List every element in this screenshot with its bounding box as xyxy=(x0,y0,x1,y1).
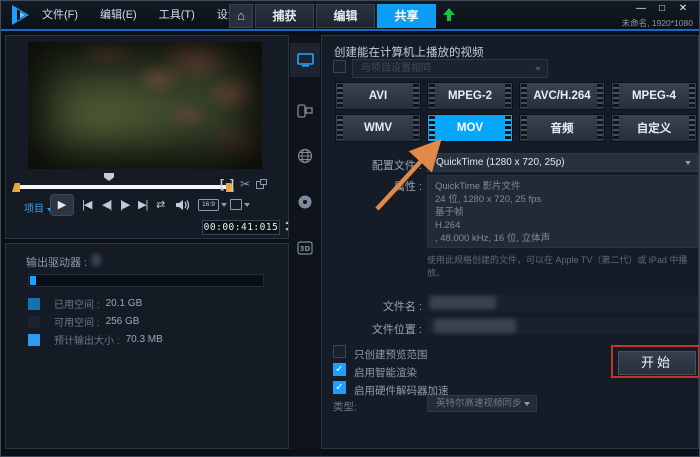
mark-in-button[interactable]: [ xyxy=(220,177,224,191)
format-mov-button[interactable]: MOV xyxy=(427,114,513,142)
type-dropdown[interactable]: 英特尔高速视频同步 xyxy=(427,395,537,412)
profile-label: 配置文件 : xyxy=(322,157,422,173)
video-preview xyxy=(28,42,262,169)
tab-capture[interactable]: 捕获 xyxy=(255,4,314,28)
preview-range-label: 只创建预览范围 xyxy=(354,347,428,362)
same-as-project-dropdown[interactable]: 与项目设置相同 xyxy=(352,59,548,78)
format-audio-button[interactable]: 音频 xyxy=(519,114,605,142)
filelocation-label: 文件位置 : xyxy=(322,321,422,337)
filename-redacted xyxy=(430,296,496,309)
share-destination-nav: 3D xyxy=(290,35,320,449)
format-avc-button[interactable]: AVC/H.264 xyxy=(519,82,605,110)
timecode-display[interactable]: 00:00:41:015 xyxy=(202,220,280,235)
go-to-start-button[interactable]: |◀ xyxy=(82,198,91,211)
output-drive-panel: 输出驱动器 : 已用空间 : 20.1 GB 可用空间 : 256 GB 预计输… xyxy=(5,243,289,449)
play-button[interactable]: ▶ xyxy=(50,194,74,216)
smartrender-checkbox[interactable] xyxy=(333,363,346,376)
project-info: 未命名, 1920*1080 xyxy=(622,17,693,29)
preview-range-checkbox[interactable] xyxy=(333,345,346,358)
3d-movie-icon: 3D xyxy=(297,241,313,255)
tab-share[interactable]: 共享 xyxy=(377,4,436,28)
split-clip-icon[interactable]: ✂ xyxy=(240,177,250,191)
disc-icon xyxy=(297,194,313,210)
trim-handle-start[interactable] xyxy=(12,183,20,192)
upgrade-arrow-icon[interactable] xyxy=(443,8,455,22)
drive-usage-bar xyxy=(28,274,264,287)
used-space-swatch xyxy=(28,298,40,310)
device-camera-icon xyxy=(297,103,313,118)
share-disc-tab[interactable] xyxy=(290,187,320,217)
accent-divider xyxy=(1,29,699,31)
output-drive-title: 输出驱动器 : xyxy=(26,254,87,270)
preview-window-button[interactable] xyxy=(230,199,242,210)
maximize-button[interactable]: □ xyxy=(656,3,668,14)
next-frame-button[interactable]: |▶ xyxy=(120,198,129,211)
format-custom-button[interactable]: 自定义 xyxy=(611,114,697,142)
previous-frame-button[interactable]: ◀| xyxy=(102,198,111,211)
volume-icon[interactable] xyxy=(176,199,190,211)
titlebar: 文件(F) 编辑(E) 工具(T) 设置(S) 帮助(H) ⌂ 捕获 编辑 共享… xyxy=(1,1,699,29)
format-mpeg4-button[interactable]: MPEG-4 xyxy=(611,82,697,110)
legend-estimated-size: 预计输出大小 : 70.3 MB xyxy=(28,332,163,347)
start-button[interactable]: 开始 xyxy=(618,351,696,375)
mark-out-button[interactable]: ] xyxy=(230,177,234,191)
globe-icon xyxy=(297,148,313,164)
profile-note: 使用此规格创建的文件，可以在 Apple TV（第二代）或 iPad 中播放。 xyxy=(427,253,695,279)
format-mpeg2-button[interactable]: MPEG-2 xyxy=(427,82,513,110)
play-mode-selector[interactable]: 项目 xyxy=(24,200,53,215)
filelocation-redacted xyxy=(434,319,516,333)
format-avi-button[interactable]: AVI xyxy=(335,82,421,110)
profile-dropdown[interactable]: QuickTime (1280 x 720, 25p) xyxy=(427,153,698,172)
preview-window-caret-icon[interactable] xyxy=(244,203,250,207)
playback-controls: 项目 ▶ |◀ ◀| |▶ ▶| ⇄ 16:9 xyxy=(6,194,288,218)
repeat-icon[interactable]: ⇄ xyxy=(156,198,165,211)
menu-file[interactable]: 文件(F) xyxy=(31,1,89,29)
hw-decoder-checkbox[interactable] xyxy=(333,381,346,394)
minimize-button[interactable]: — xyxy=(635,3,647,14)
aspect-caret-icon[interactable] xyxy=(221,203,227,207)
app-window: 文件(F) 编辑(E) 工具(T) 设置(S) 帮助(H) ⌂ 捕获 编辑 共享… xyxy=(0,0,700,457)
trim-bar[interactable] xyxy=(12,183,234,192)
type-label: 类型: xyxy=(333,399,357,414)
aspect-ratio-button[interactable]: 16:9 xyxy=(198,199,219,211)
home-icon[interactable]: ⌂ xyxy=(229,4,253,28)
share-device-tab[interactable] xyxy=(290,95,320,125)
properties-label: 属性 : xyxy=(322,178,422,194)
menu-tools[interactable]: 工具(T) xyxy=(148,1,206,29)
go-to-end-button[interactable]: ▶| xyxy=(138,198,147,211)
tab-edit[interactable]: 编辑 xyxy=(316,4,375,28)
share-heading: 创建能在计算机上播放的视频 xyxy=(334,44,484,60)
playhead-marker[interactable] xyxy=(104,173,114,181)
estimated-size-swatch xyxy=(28,334,40,346)
properties-box: QuickTime 影片文件 24 位, 1280 x 720, 25 fps … xyxy=(427,175,698,248)
legend-used-space: 已用空间 : 20.1 GB xyxy=(28,296,142,311)
close-button[interactable]: ✕ xyxy=(677,3,689,14)
workspace-tabs: 捕获 编辑 共享 xyxy=(255,4,438,28)
smartrender-label: 启用智能渲染 xyxy=(354,365,417,380)
share-3d-tab[interactable]: 3D xyxy=(290,233,320,263)
computer-monitor-icon xyxy=(297,53,314,68)
format-wmv-button[interactable]: WMV xyxy=(335,114,421,142)
same-as-project-checkbox[interactable] xyxy=(333,60,346,73)
legend-free-space: 可用空间 : 256 GB xyxy=(28,314,139,329)
window-controls: — □ ✕ xyxy=(635,3,689,14)
menu-edit[interactable]: 编辑(E) xyxy=(89,1,148,29)
share-web-tab[interactable] xyxy=(290,141,320,171)
enlarge-preview-icon[interactable] xyxy=(256,179,267,189)
svg-text:3D: 3D xyxy=(300,245,311,253)
preview-panel: [ ] ✂ 项目 ▶ |◀ ◀| |▶ ▶| ⇄ 16:9 00:00:41:0… xyxy=(5,35,289,239)
share-computer-tab[interactable] xyxy=(290,43,320,77)
free-space-swatch xyxy=(28,316,40,328)
drive-letter-redacted xyxy=(92,254,101,266)
filename-label: 文件名 : xyxy=(322,298,422,314)
share-settings-panel: 创建能在计算机上播放的视频 与项目设置相同 AVI MPEG-2 AVC/H.2… xyxy=(321,35,699,449)
trim-track[interactable] xyxy=(20,185,226,189)
